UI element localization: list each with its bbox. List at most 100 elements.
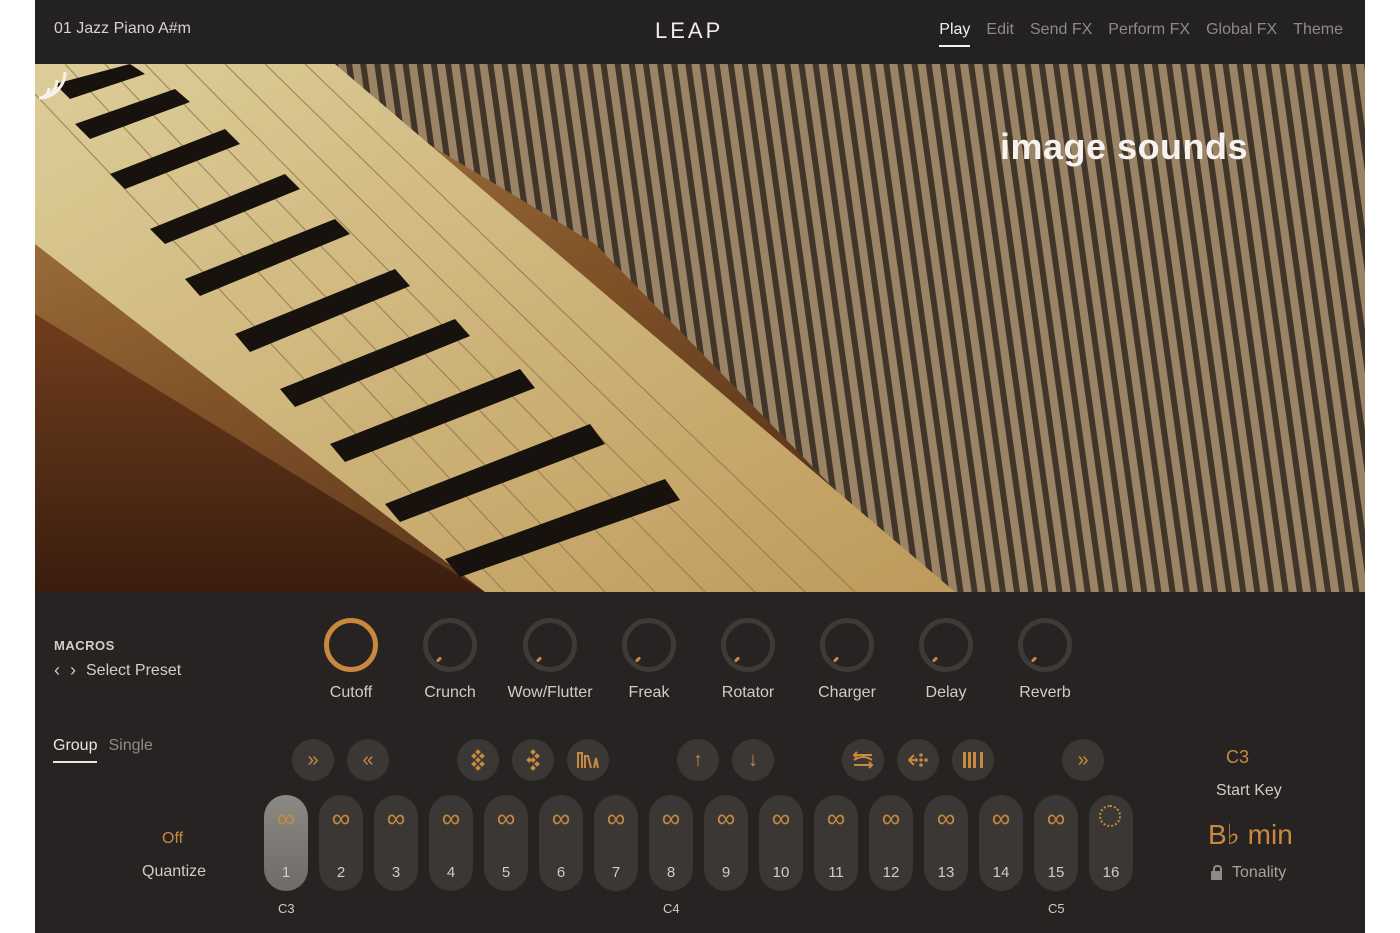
mode-tabs: Group Single xyxy=(53,737,153,763)
infinity-icon: ∞ xyxy=(386,803,406,833)
top-bar: 01 Jazz Piano A#m LEAP Play Edit Send FX… xyxy=(35,0,1365,64)
octave-label-c3: C3 xyxy=(278,901,295,916)
tab-group[interactable]: Group xyxy=(53,737,98,763)
pad-16[interactable]: 16 xyxy=(1089,795,1133,891)
pad-3[interactable]: ∞ 3 xyxy=(374,795,418,891)
preset-name[interactable]: 01 Jazz Piano A#m xyxy=(54,20,191,38)
infinity-icon: ∞ xyxy=(991,803,1011,833)
waveform-icon[interactable] xyxy=(567,739,609,781)
knob-dial[interactable] xyxy=(622,618,676,672)
pad-8[interactable]: ∞ 8 xyxy=(649,795,693,891)
infinity-icon: ∞ xyxy=(551,803,571,833)
dots-arrow-icon[interactable] xyxy=(897,739,939,781)
octave-label-c4: C4 xyxy=(663,901,680,916)
tab-play[interactable]: Play xyxy=(939,21,971,47)
tab-perform-fx[interactable]: Perform FX xyxy=(1108,21,1190,45)
pad-1[interactable]: ∞ 1 xyxy=(264,795,308,891)
rewind-icon[interactable]: « xyxy=(347,739,389,781)
pad-12[interactable]: ∞ 12 xyxy=(869,795,913,891)
control-panel: MACROS ‹ › Select Preset Cutoff Crunch W… xyxy=(35,592,1365,933)
pad-14[interactable]: ∞ 14 xyxy=(979,795,1023,891)
infinity-icon: ∞ xyxy=(276,803,296,833)
knob-dial[interactable] xyxy=(324,618,378,672)
knob-cutoff[interactable]: Cutoff xyxy=(301,618,401,702)
select-preset-label[interactable]: Select Preset xyxy=(86,662,181,680)
bars-icon[interactable] xyxy=(952,739,994,781)
arrow-up-icon[interactable]: ↑ xyxy=(677,739,719,781)
pad-13[interactable]: ∞ 13 xyxy=(924,795,968,891)
preset-selector[interactable]: ‹ › Select Preset xyxy=(54,660,181,681)
tab-send-fx[interactable]: Send FX xyxy=(1030,21,1092,45)
leap-logo: LEAP xyxy=(655,18,724,43)
tab-single[interactable]: Single xyxy=(108,737,152,763)
infinity-icon: ∞ xyxy=(1046,803,1066,833)
tonality-value[interactable]: B♭ min xyxy=(1208,818,1293,851)
swap-arrows-icon[interactable] xyxy=(842,739,884,781)
infinity-icon: ∞ xyxy=(716,803,736,833)
knob-delay[interactable]: Delay xyxy=(896,618,996,702)
pad-7[interactable]: ∞ 7 xyxy=(594,795,638,891)
start-key-label: Start Key xyxy=(1216,782,1282,799)
skip-forward-icon[interactable]: » xyxy=(1062,739,1104,781)
knob-crunch[interactable]: Crunch xyxy=(400,618,500,702)
pad-number: 5 xyxy=(501,864,511,881)
octave-label-c5: C5 xyxy=(1048,901,1065,916)
knob-label: Wow/Flutter xyxy=(507,684,593,701)
pad-number: 4 xyxy=(446,864,456,881)
diagonal-dots-icon[interactable] xyxy=(457,739,499,781)
tab-edit[interactable]: Edit xyxy=(986,21,1014,45)
pad-number: 3 xyxy=(391,864,401,881)
arrow-down-icon[interactable]: ↓ xyxy=(732,739,774,781)
quantize-label: Quantize xyxy=(142,863,207,880)
knob-label: Reverb xyxy=(1019,684,1071,701)
pad-9[interactable]: ∞ 9 xyxy=(704,795,748,891)
pad-number: 9 xyxy=(721,864,731,881)
knob-dial[interactable] xyxy=(1018,618,1072,672)
knob-dial[interactable] xyxy=(820,618,874,672)
infinity-icon: ∞ xyxy=(936,803,956,833)
knob-rotator[interactable]: Rotator xyxy=(698,618,798,702)
knob-dial[interactable] xyxy=(523,618,577,672)
pad-15[interactable]: ∞ 15 xyxy=(1034,795,1078,891)
knob-dial[interactable] xyxy=(919,618,973,672)
infinity-icon: ∞ xyxy=(661,803,681,833)
infinity-icon: ∞ xyxy=(881,803,901,833)
wifi-waves-icon xyxy=(38,71,67,100)
knob-dial[interactable] xyxy=(721,618,775,672)
main-nav: Play Edit Send FX Perform FX Global FX T… xyxy=(939,21,1343,47)
tab-theme[interactable]: Theme xyxy=(1293,21,1343,45)
infinity-icon: ∞ xyxy=(771,803,791,833)
start-key-value[interactable]: C3 xyxy=(1226,747,1249,768)
knob-charger[interactable]: Charger xyxy=(797,618,897,702)
knob-reverb[interactable]: Reverb xyxy=(995,618,1095,702)
chevron-left-icon[interactable]: ‹ xyxy=(54,660,60,681)
knob-freak[interactable]: Freak xyxy=(599,618,699,702)
chevron-right-icon[interactable]: › xyxy=(70,660,76,681)
pad-number: 13 xyxy=(937,864,955,881)
pad-number: 11 xyxy=(828,864,844,881)
lock-icon[interactable] xyxy=(1211,864,1222,880)
quantize-value[interactable]: Off xyxy=(162,830,183,848)
diagonal-dots-alt-icon[interactable] xyxy=(512,739,554,781)
empty-slot-icon xyxy=(1099,805,1121,827)
knob-wow-flutter[interactable]: Wow/Flutter xyxy=(500,618,600,702)
tab-global-fx[interactable]: Global FX xyxy=(1206,21,1277,45)
pad-2[interactable]: ∞ 2 xyxy=(319,795,363,891)
fast-forward-icon[interactable]: » xyxy=(292,739,334,781)
pad-4[interactable]: ∞ 4 xyxy=(429,795,473,891)
knob-label: Cutoff xyxy=(329,684,373,701)
knob-label: Freak xyxy=(628,684,670,701)
pad-11[interactable]: ∞ 11 xyxy=(814,795,858,891)
knob-label: Charger xyxy=(818,684,876,701)
pad-10[interactable]: ∞ 10 xyxy=(759,795,803,891)
knob-label: Delay xyxy=(925,684,967,701)
infinity-icon: ∞ xyxy=(606,803,626,833)
app-window: 01 Jazz Piano A#m LEAP Play Edit Send FX… xyxy=(35,0,1365,933)
pad-6[interactable]: ∞ 6 xyxy=(539,795,583,891)
macros-title: MACROS xyxy=(54,638,115,653)
infinity-icon: ∞ xyxy=(826,803,846,833)
pad-5[interactable]: ∞ 5 xyxy=(484,795,528,891)
pad-number: 8 xyxy=(666,864,676,881)
brand-logo: image sounds xyxy=(1000,126,1249,167)
knob-dial[interactable] xyxy=(423,618,477,672)
